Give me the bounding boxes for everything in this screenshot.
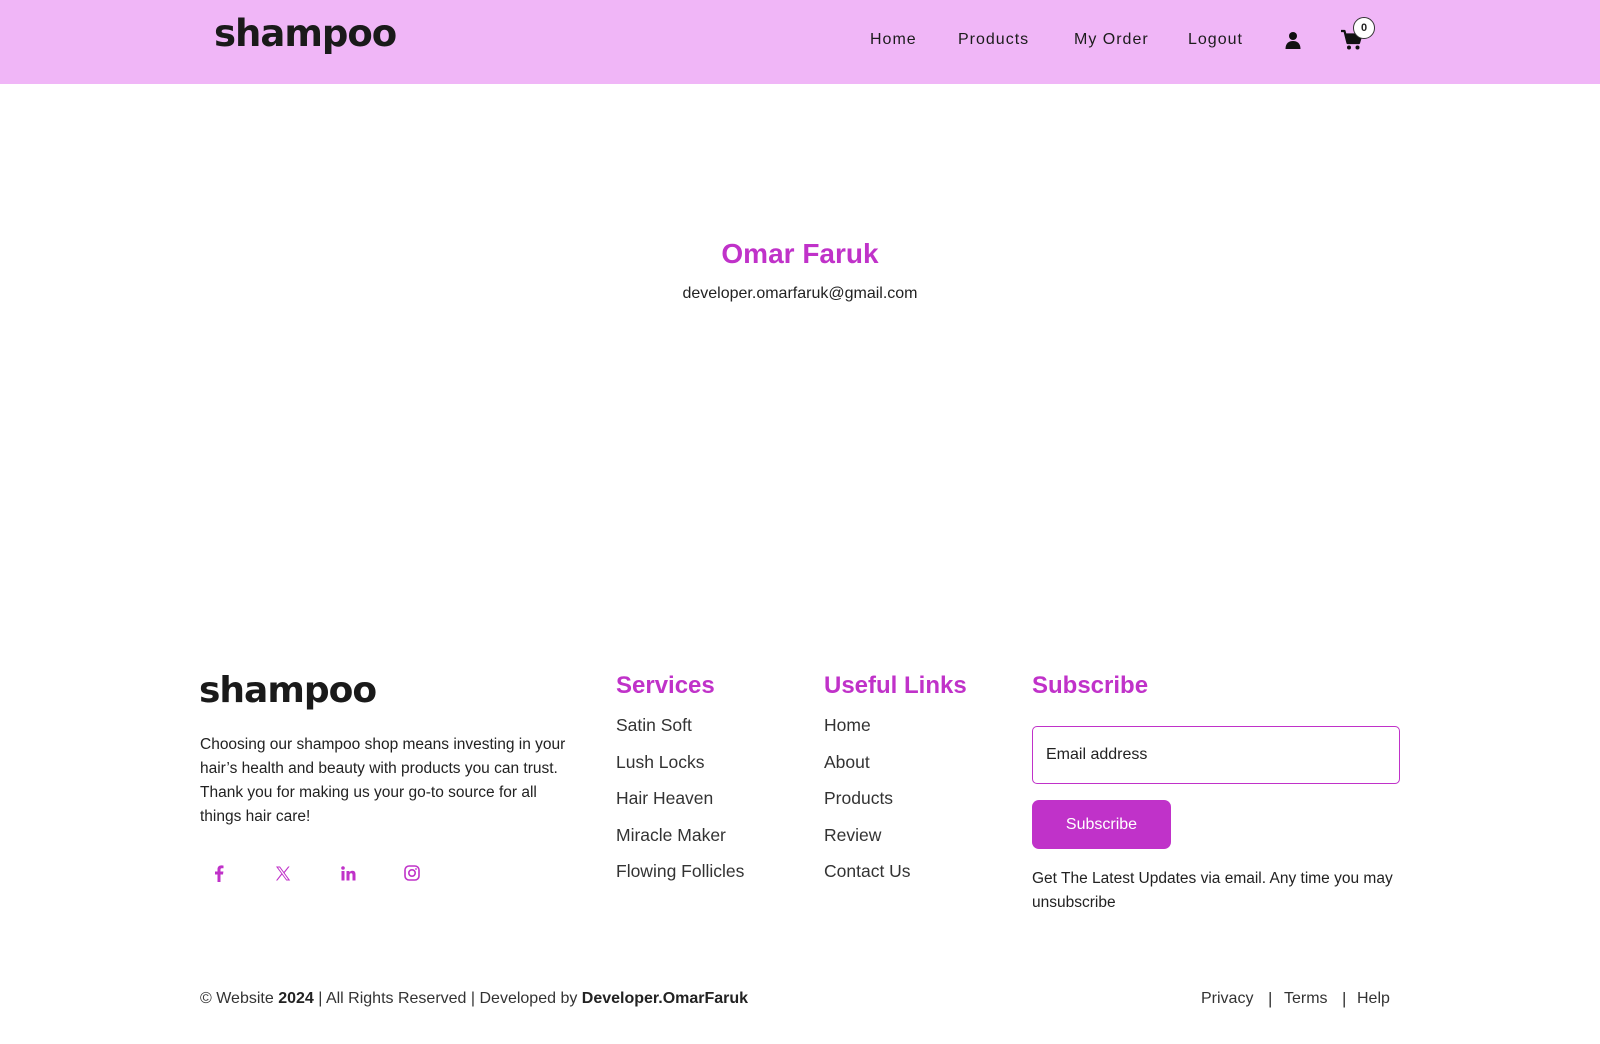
subscribe-button[interactable]: Subscribe xyxy=(1032,800,1171,849)
useful-links-heading: Useful Links xyxy=(824,672,967,699)
help-link[interactable]: Help xyxy=(1357,990,1390,1008)
copyright-year: 2024 xyxy=(278,990,314,1007)
site-header: shampoo Home Products My Order Logout 0 xyxy=(0,0,1600,84)
services-link-miracle-maker[interactable]: Miracle Maker xyxy=(616,825,726,846)
developer-name: Developer.OmarFaruk xyxy=(581,990,749,1007)
site-logo[interactable]: shampoo xyxy=(214,12,397,55)
profile-name: Omar Faruk xyxy=(721,238,879,269)
useful-link-about[interactable]: About xyxy=(824,752,870,773)
useful-link-review[interactable]: Review xyxy=(824,825,881,846)
privacy-link[interactable]: Privacy xyxy=(1201,990,1253,1008)
footer-about-text: Choosing our shampoo shop means investin… xyxy=(200,736,566,825)
copyright-prefix: © Website xyxy=(200,990,279,1007)
legal-separator: | xyxy=(1342,989,1347,1008)
services-link-hair-heaven[interactable]: Hair Heaven xyxy=(616,788,713,809)
nav-products-link[interactable]: Products xyxy=(958,31,1029,49)
copyright-middle: | All Rights Reserved | Developed by xyxy=(313,990,582,1007)
services-link-satin-soft[interactable]: Satin Soft xyxy=(616,715,692,736)
services-heading: Services xyxy=(616,672,715,699)
services-link-flowing-follicles[interactable]: Flowing Follicles xyxy=(616,861,744,882)
nav-my-order-link[interactable]: My Order xyxy=(1074,31,1149,49)
copyright-text: © Website 2024 | All Rights Reserved | D… xyxy=(200,990,748,1008)
useful-link-products[interactable]: Products xyxy=(824,788,893,809)
services-link-lush-locks[interactable]: Lush Locks xyxy=(616,752,705,773)
useful-link-contact-us[interactable]: Contact Us xyxy=(824,861,911,882)
nav-home-link[interactable]: Home xyxy=(870,31,917,49)
useful-link-home[interactable]: Home xyxy=(824,715,871,736)
subscribe-note: Get The Latest Updates via email. Any ti… xyxy=(1032,870,1393,911)
footer-logo[interactable]: shampoo xyxy=(199,670,377,711)
terms-link[interactable]: Terms xyxy=(1284,990,1328,1008)
profile-email: developer.omarfaruk@gmail.com xyxy=(682,285,918,302)
linkedin-icon[interactable] xyxy=(337,862,359,884)
cart-count-badge: 0 xyxy=(1353,17,1375,39)
email-input[interactable] xyxy=(1032,726,1400,784)
legal-separator: | xyxy=(1268,989,1273,1008)
instagram-icon[interactable] xyxy=(401,862,423,884)
user-icon[interactable] xyxy=(1284,31,1302,49)
x-icon[interactable] xyxy=(272,862,294,884)
subscribe-heading: Subscribe xyxy=(1032,672,1149,699)
facebook-icon[interactable] xyxy=(208,862,230,884)
nav-logout-link[interactable]: Logout xyxy=(1188,31,1243,49)
